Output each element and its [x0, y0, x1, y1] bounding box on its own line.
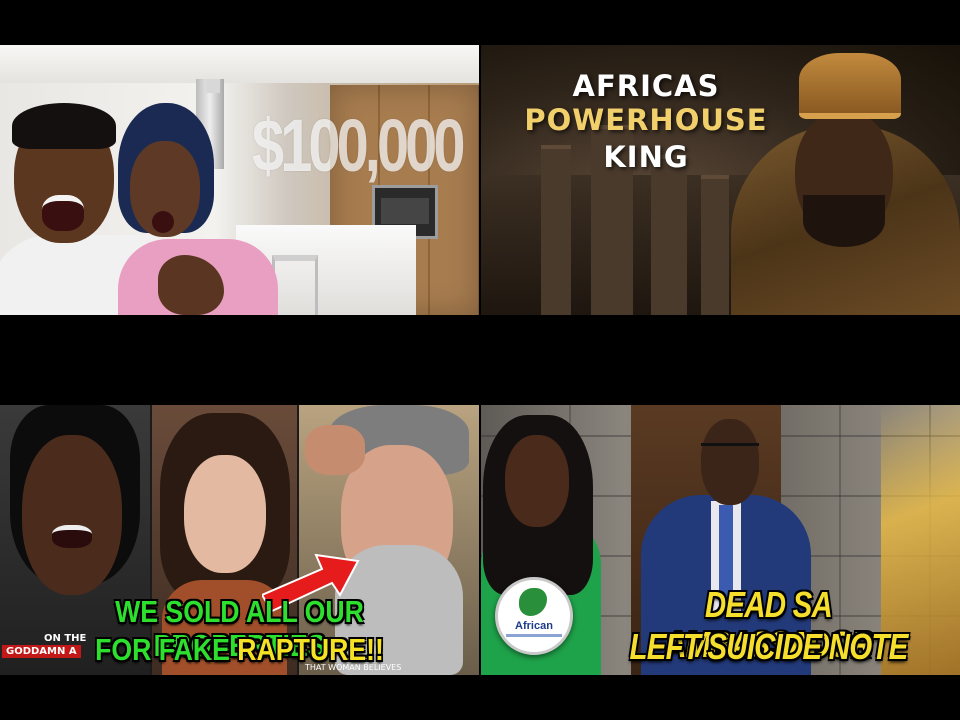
badge-subline — [506, 634, 562, 637]
woman-face — [505, 435, 569, 527]
rapture-caption-highlight: RAPTURE!! — [237, 632, 384, 667]
video-thumbnail-ambassador[interactable]: African DEAD SA AMBASSADOR LEFT SUICIDE … — [481, 405, 960, 675]
man-face — [701, 419, 759, 505]
city-tower — [651, 155, 687, 315]
video-thumbnail-kitchen[interactable]: $100,000 — [0, 45, 479, 315]
king-title-line-1: AFRICAS — [572, 69, 720, 103]
price-overlay-text: $100,000 — [252, 104, 465, 187]
video-thumbnail-rapture[interactable]: ON THE GODDAMN A THAT WOMAN BELIEVES WE … — [0, 405, 479, 675]
bottom-black-band — [0, 675, 960, 720]
king-beard — [803, 195, 885, 247]
king-crown — [799, 53, 901, 119]
city-tower — [701, 175, 729, 315]
badge-label: African — [515, 620, 553, 632]
ambassador-headline-line-2: LEFT SUICIDE NOTE — [629, 626, 908, 667]
channel-logo-badge: African — [495, 577, 573, 655]
bar-stool — [272, 255, 318, 315]
king-title-line-2: POWERHOUSE — [524, 103, 768, 137]
woman-figure — [118, 89, 278, 315]
glasses-icon — [701, 443, 759, 458]
top-black-band — [0, 0, 960, 45]
africa-map-icon — [519, 588, 547, 616]
rapture-caption-line-2: FOR FAKE RAPTURE!! — [34, 633, 446, 667]
video-thumbnail-king[interactable]: AFRICAS POWERHOUSE KING — [481, 45, 960, 315]
rapture-caption-part-a: FOR FAKE — [95, 632, 238, 667]
middle-black-band — [0, 315, 960, 405]
